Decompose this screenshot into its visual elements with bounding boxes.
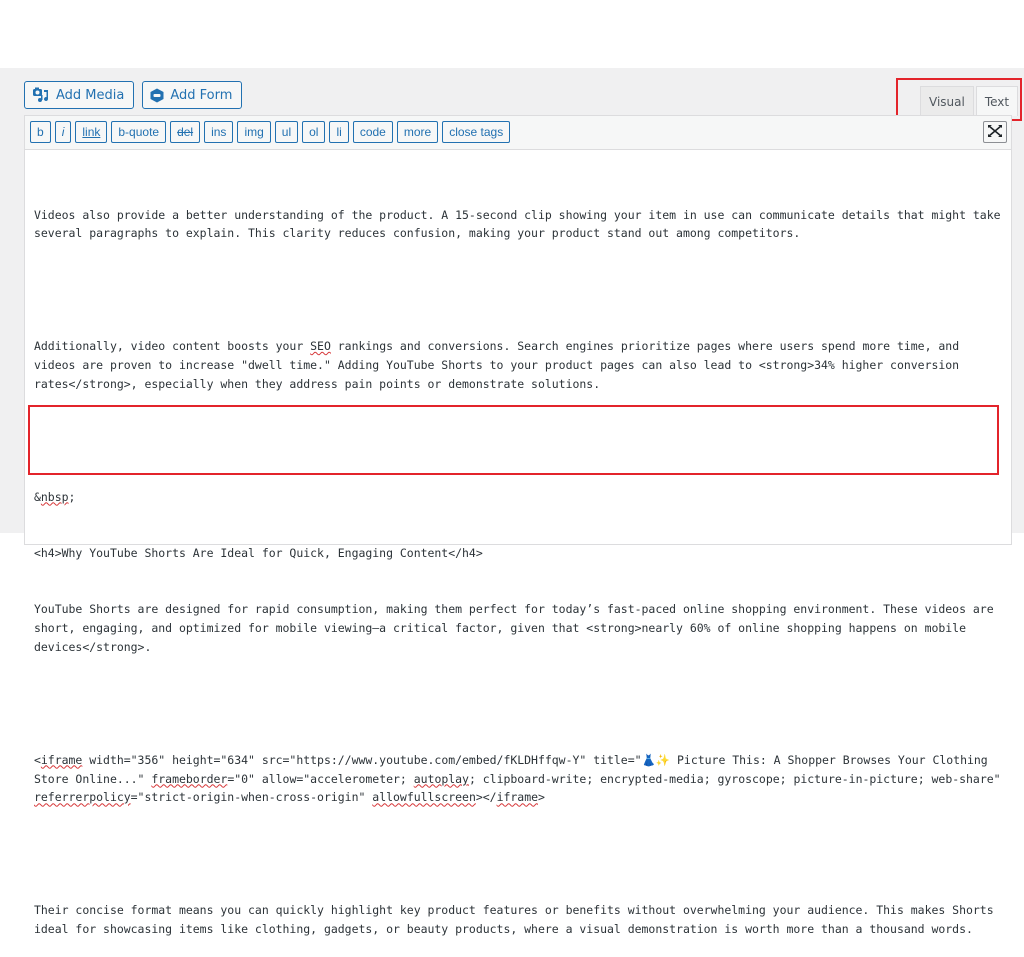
add-form-button[interactable]: Add Form [142,81,243,109]
fullscreen-expand-icon [987,123,1003,142]
spellcheck-word: SEO [310,339,331,354]
paragraph-1: Videos also provide a better understandi… [34,207,1008,241]
paragraph-4: Their concise format means you can quick… [34,903,1001,936]
fullscreen-button[interactable] [983,121,1007,143]
link-button[interactable]: link [75,121,108,143]
quicktags-toolbar: b i link b-quote del ins img ul ol li co… [25,116,1011,150]
add-media-label: Add Media [56,87,125,103]
nbsp-line: &nbsp; [34,489,76,504]
more-button[interactable]: more [396,121,439,143]
media-icon [32,87,50,103]
italic-button[interactable]: i [54,121,72,143]
bold-button[interactable]: b [30,121,51,143]
li-button[interactable]: li [329,121,349,143]
iframe-embed-code: <iframe width="356" height="634" src="ht… [34,752,1008,805]
img-button[interactable]: img [237,121,271,143]
add-form-label: Add Form [170,87,233,103]
ins-button[interactable]: ins [204,121,234,143]
close-tags-button[interactable]: close tags [442,121,511,143]
media-buttons: Add Media Add Form [24,81,243,109]
h4-heading-line: <h4>Why YouTube Shorts Are Ideal for Qui… [34,545,483,560]
blockquote-button[interactable]: b-quote [111,121,167,143]
ol-button[interactable]: ol [302,121,326,143]
tab-visual[interactable]: Visual [920,86,974,116]
paragraph-3: YouTube Shorts are designed for rapid co… [34,602,1001,654]
form-icon [150,88,164,103]
editor-tabs: Visual Text [920,86,1019,116]
top-blank-area [0,0,1024,68]
add-media-button[interactable]: Add Media [24,81,135,109]
paragraph-2: Additionally, video content boosts your … [34,339,967,391]
del-button[interactable]: del [170,121,201,143]
tab-text[interactable]: Text [975,86,1019,116]
code-button[interactable]: code [352,121,393,143]
ul-button[interactable]: ul [274,121,299,143]
content-textarea[interactable]: Videos also provide a better understandi… [34,168,1004,957]
